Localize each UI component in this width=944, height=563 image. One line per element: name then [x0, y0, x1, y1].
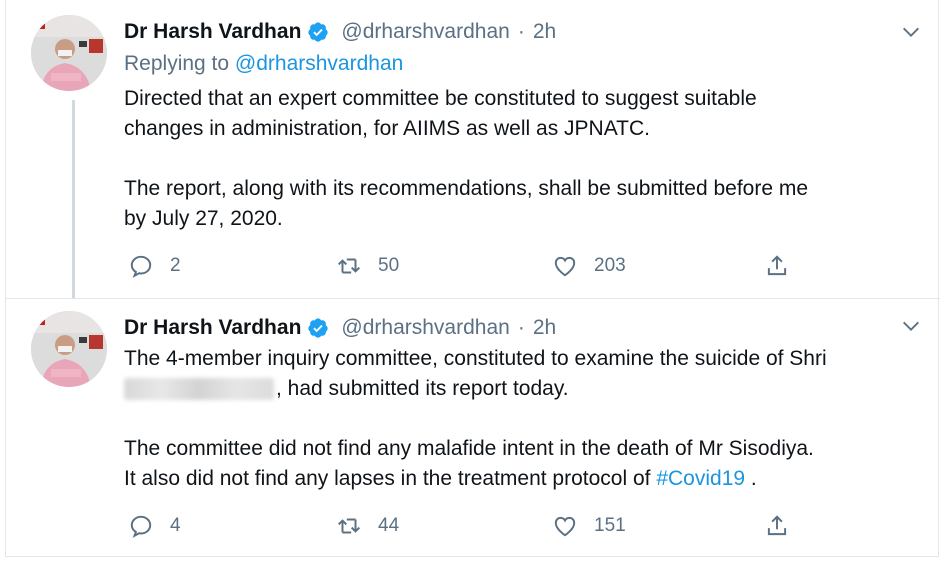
share-icon — [767, 515, 787, 536]
tweet-actions: 4 44 151 — [124, 511, 804, 541]
tweet[interactable]: Dr Harsh Vardhan @drharshvardhan · 2h Re… — [6, 0, 940, 298]
retweet-button[interactable]: 44 — [336, 511, 399, 541]
avatar[interactable] — [31, 15, 107, 91]
separator-dot: · — [517, 20, 525, 43]
tweet-text-line: , had submitted its report today. — [124, 374, 827, 404]
replying-to: Replying to @drharshvardhan — [124, 52, 403, 76]
retweet-icon — [338, 258, 360, 274]
hashtag-link[interactable]: #Covid19 — [656, 467, 745, 490]
author-name[interactable]: Dr Harsh Vardhan — [124, 316, 301, 340]
like-count: 151 — [594, 515, 626, 536]
tweet-actions: 2 50 203 — [124, 251, 804, 281]
share-button[interactable] — [764, 251, 790, 281]
timestamp[interactable]: 2h — [533, 316, 556, 340]
timestamp[interactable]: 2h — [533, 20, 556, 44]
author-handle[interactable]: @drharshvardhan — [341, 316, 509, 340]
mention-link[interactable]: @drharshvardhan — [235, 52, 403, 75]
tweet-header: Dr Harsh Vardhan @drharshvardhan · 2h — [124, 313, 556, 343]
retweet-count: 50 — [378, 255, 400, 276]
chevron-down-icon[interactable] — [900, 21, 922, 43]
reply-button[interactable]: 4 — [128, 511, 181, 541]
tweet-thread: Dr Harsh Vardhan @drharshvardhan · 2h Re… — [5, 0, 940, 558]
like-count: 203 — [594, 255, 626, 276]
reply-icon — [130, 515, 152, 538]
redacted-name — [124, 378, 274, 401]
tweet-text-line: The report, along with its recommendatio… — [124, 177, 809, 200]
share-icon — [767, 255, 787, 276]
share-button[interactable] — [764, 511, 790, 541]
tweet-text-line: It also did not find any lapses in the t… — [124, 464, 827, 494]
tweet-text-fragment: . — [745, 467, 757, 490]
tweet[interactable]: Dr Harsh Vardhan @drharshvardhan · 2h Th… — [6, 298, 940, 558]
tweet-text: The 4-member inquiry committee, constitu… — [124, 344, 827, 494]
like-icon — [554, 516, 576, 537]
avatar[interactable] — [31, 311, 107, 387]
like-icon — [554, 256, 576, 277]
author-name[interactable]: Dr Harsh Vardhan — [124, 20, 301, 44]
reply-count: 4 — [170, 515, 181, 536]
tweet-text-line: changes in administration, for AIIMS as … — [124, 117, 650, 140]
retweet-button[interactable]: 50 — [336, 251, 399, 281]
tweet-text: Directed that an expert committee be con… — [124, 84, 808, 234]
tweet-text-line: Directed that an expert committee be con… — [124, 87, 757, 110]
separator-dot: · — [517, 316, 525, 339]
tweet-text-line: The 4-member inquiry committee, constitu… — [124, 347, 827, 370]
tweet-header: Dr Harsh Vardhan @drharshvardhan · 2h — [124, 17, 556, 47]
replying-prefix: Replying to — [124, 52, 230, 75]
author-handle[interactable]: @drharshvardhan — [341, 20, 509, 44]
chevron-down-icon[interactable] — [900, 315, 922, 337]
tweet-text-fragment: , had submitted its report today. — [276, 377, 569, 400]
tweet-text-line: by July 27, 2020. — [124, 207, 283, 230]
like-button[interactable]: 203 — [552, 251, 626, 281]
verified-badge-icon — [307, 21, 329, 43]
reply-button[interactable]: 2 — [128, 251, 181, 281]
tweet-text-line: The committee did not find any malafide … — [124, 437, 814, 460]
reply-icon — [130, 255, 152, 278]
verified-badge-icon — [307, 317, 329, 339]
reply-count: 2 — [170, 255, 181, 276]
retweet-icon — [338, 518, 360, 534]
tweet-text-fragment: It also did not find any lapses in the t… — [124, 467, 651, 490]
like-button[interactable]: 151 — [552, 511, 626, 541]
retweet-count: 44 — [378, 515, 400, 536]
